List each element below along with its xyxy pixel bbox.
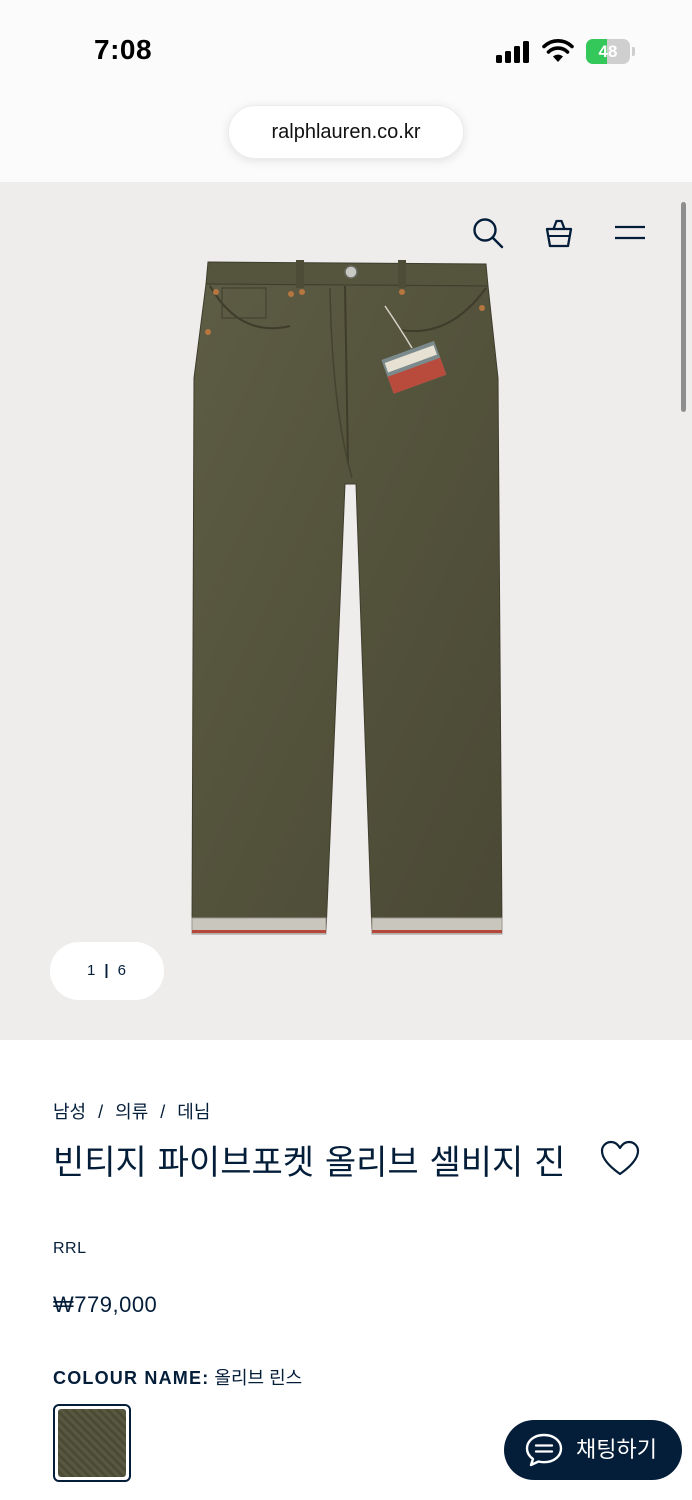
browser-url-area: ralphlauren.co.kr xyxy=(0,100,692,182)
battery-indicator: 48 xyxy=(586,39,636,64)
breadcrumb-separator: / xyxy=(98,1102,104,1122)
status-time: 7:08 xyxy=(94,34,153,65)
colour-swatch-olive[interactable] xyxy=(53,1404,131,1482)
wifi-icon xyxy=(542,39,574,62)
breadcrumb-item-men[interactable]: 남성 xyxy=(53,1102,86,1122)
pager-separator: | xyxy=(104,962,110,979)
product-image-jeans xyxy=(191,260,503,935)
product-price: ₩779,000 xyxy=(53,1292,158,1317)
chat-button[interactable]: 채팅하기 xyxy=(504,1420,682,1480)
chat-button-label: 채팅하기 xyxy=(576,1437,657,1462)
url-bar[interactable]: ralphlauren.co.kr xyxy=(228,105,464,159)
product-title: 빈티지 파이브포켓 올리브 셀비지 진 xyxy=(53,1143,566,1183)
pager-total: 6 xyxy=(117,962,127,979)
colour-name-label: COLOUR NAME: xyxy=(53,1368,210,1388)
pager-current: 1 xyxy=(87,962,97,979)
wishlist-heart-icon[interactable] xyxy=(600,1140,640,1178)
gallery-pager: 1 | 6 xyxy=(50,942,164,1000)
colour-name-row: COLOUR NAME: 올리브 린스 xyxy=(53,1364,302,1390)
product-brand: RRL xyxy=(53,1240,87,1257)
cellular-signal-icon xyxy=(496,41,529,63)
colour-name-value: 올리브 린스 xyxy=(214,1368,303,1388)
breadcrumb: 남성 / 의류 / 데님 xyxy=(53,1098,210,1124)
scroll-indicator xyxy=(681,202,686,412)
menu-icon[interactable] xyxy=(613,216,647,250)
battery-level: 48 xyxy=(598,42,618,61)
breadcrumb-item-denim[interactable]: 데님 xyxy=(177,1102,210,1122)
product-gallery[interactable]: 1 | 6 xyxy=(0,182,692,1040)
chat-bubble-icon xyxy=(525,1433,563,1467)
shopping-bag-icon[interactable] xyxy=(542,216,576,250)
breadcrumb-item-clothing[interactable]: 의류 xyxy=(115,1102,148,1122)
status-bar: 7:08 48 xyxy=(0,0,692,100)
search-icon[interactable] xyxy=(471,216,505,250)
breadcrumb-separator: / xyxy=(160,1102,166,1122)
